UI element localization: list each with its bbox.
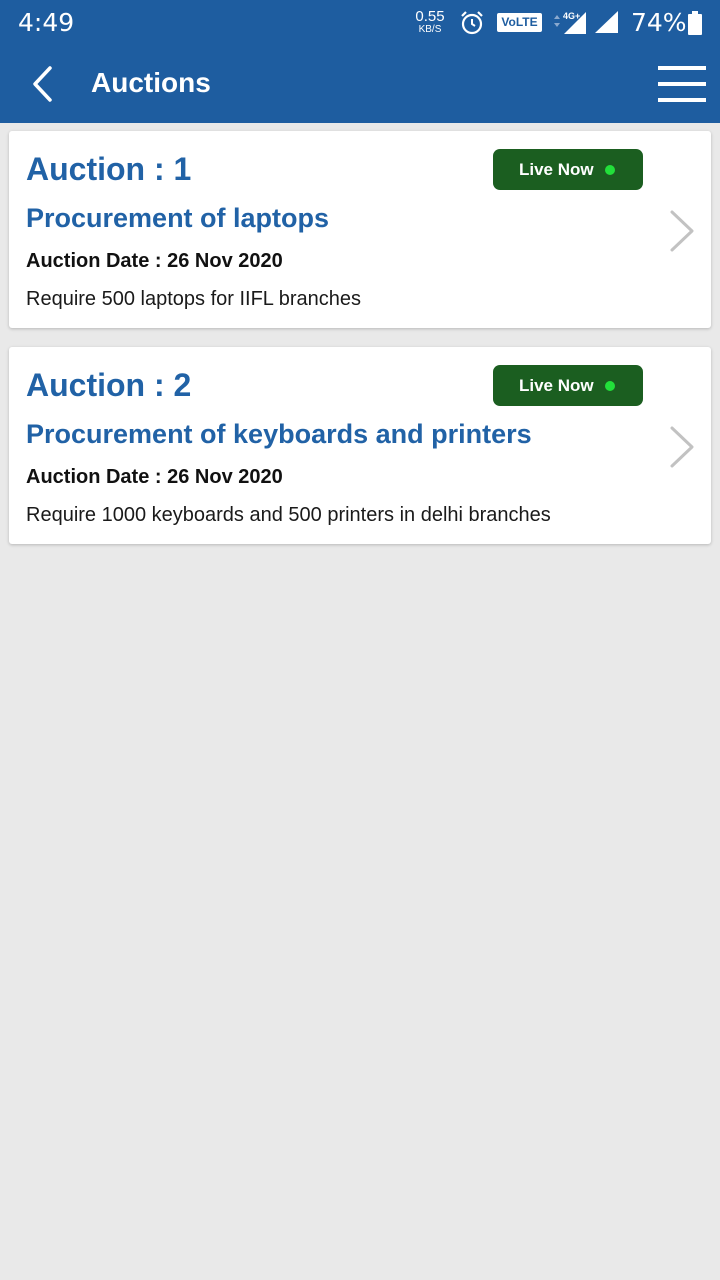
status-time: 4:49 <box>18 8 75 37</box>
auction-description: Require 1000 keyboards and 500 printers … <box>26 504 551 526</box>
battery-percent: 74% <box>631 8 687 37</box>
status-bar: 4:49 0.55 KB/S VoLTE 4G+ 74% <box>0 0 720 46</box>
auction-card-2[interactable]: Auction : 2 Live Now Procurement of keyb… <box>9 347 711 544</box>
alarm-icon <box>459 10 485 41</box>
signal-icon <box>594 10 620 39</box>
battery-icon <box>688 11 702 40</box>
network-speed: 0.55 KB/S <box>412 9 448 35</box>
network-type-label: 4G+ <box>563 11 580 21</box>
volte-badge: VoLTE <box>497 13 542 32</box>
auction-description: Require 500 laptops for IIFL branches <box>26 288 362 310</box>
live-status-badge: Live Now <box>493 365 643 406</box>
auction-title: Procurement of laptops <box>26 203 330 233</box>
chevron-right-icon[interactable] <box>667 425 697 474</box>
live-status-label: Live Now <box>519 376 594 395</box>
auction-date: Auction Date : 26 Nov 2020 <box>26 466 283 488</box>
live-dot-icon <box>605 381 615 391</box>
back-arrow-icon[interactable] <box>22 62 66 106</box>
auction-card-1[interactable]: Auction : 1 Live Now Procurement of lapt… <box>9 131 711 328</box>
live-dot-icon <box>605 165 615 175</box>
chevron-right-icon[interactable] <box>667 209 697 258</box>
app-bar: Auctions <box>0 46 720 123</box>
live-status-label: Live Now <box>519 160 594 179</box>
hamburger-menu-icon[interactable] <box>656 64 708 104</box>
signal-4g-icon: 4G+ <box>550 8 588 41</box>
network-speed-unit: KB/S <box>418 24 442 35</box>
live-status-badge: Live Now <box>493 149 643 190</box>
auction-number: Auction : 2 <box>26 367 192 403</box>
page-title: Auctions <box>91 67 211 98</box>
auction-date: Auction Date : 26 Nov 2020 <box>26 250 283 272</box>
network-speed-value: 0.55 <box>415 8 445 25</box>
auction-title: Procurement of keyboards and printers <box>26 419 532 449</box>
auction-number: Auction : 1 <box>26 151 192 187</box>
